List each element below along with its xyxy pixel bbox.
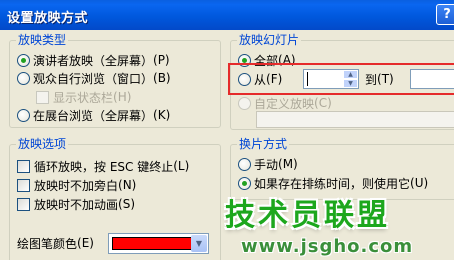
manual-text: 手动 bbox=[254, 157, 279, 172]
radio-audience-button[interactable] bbox=[17, 71, 30, 85]
watermark-title: 技术员联盟 bbox=[225, 198, 390, 233]
show-slides-label: 放映幻灯片 bbox=[237, 33, 302, 47]
status-bar-text: 显示状态栏 bbox=[53, 90, 114, 105]
radio-presenter-key: (P) bbox=[153, 53, 170, 67]
radio-custom-show-button bbox=[238, 96, 251, 110]
no-narration-key: (N) bbox=[118, 178, 137, 192]
no-narration-checkbox-row[interactable]: 放映时不加旁白 (N) bbox=[17, 177, 136, 193]
pen-color-dropdown[interactable]: ▼ bbox=[108, 233, 209, 254]
pen-color-row: 绘图笔颜色 (E) bbox=[17, 235, 94, 251]
help-button[interactable]: ? bbox=[436, 4, 454, 25]
radio-kiosk[interactable]: 在展台浏览（全屏幕） (K) bbox=[17, 107, 170, 123]
highlight-box bbox=[228, 63, 454, 95]
radio-custom-show: 自定义放映 (C) bbox=[238, 95, 332, 111]
custom-show-text: 自定义放映 bbox=[254, 96, 315, 111]
loop-checkbox[interactable] bbox=[17, 159, 30, 173]
watermark-url: www.jsgho.com bbox=[241, 236, 414, 257]
pen-color-swatch bbox=[112, 237, 192, 250]
radio-presenter[interactable]: 演讲者放映（全屏幕） (P) bbox=[17, 52, 170, 68]
custom-show-dropdown bbox=[256, 111, 454, 128]
status-bar-checkbox bbox=[36, 90, 49, 104]
radio-kiosk-button[interactable] bbox=[17, 108, 30, 122]
radio-audience-key: (B) bbox=[153, 71, 171, 85]
title-bar[interactable]: 设置放映方式 ? bbox=[0, 0, 454, 30]
watermark: 技术员联盟 www.jsgho.com bbox=[225, 190, 454, 260]
status-bar-checkbox-row: 显示状态栏 (H) bbox=[36, 89, 131, 105]
loop-text: 循环放映，按 ESC 键终止 bbox=[34, 159, 174, 174]
status-bar-key: (H) bbox=[113, 90, 132, 104]
radio-audience-text: 观众自行浏览（窗口） bbox=[33, 71, 154, 86]
radio-audience[interactable]: 观众自行浏览（窗口） (B) bbox=[17, 70, 171, 86]
manual-key: (M) bbox=[278, 157, 298, 171]
loop-key: (L) bbox=[173, 159, 190, 173]
radio-presenter-text: 演讲者放映（全屏幕） bbox=[33, 53, 154, 68]
radio-manual[interactable]: 手动 (M) bbox=[238, 156, 298, 172]
radio-kiosk-key: (K) bbox=[153, 108, 171, 122]
loop-checkbox-row[interactable]: 循环放映，按 ESC 键终止 (L) bbox=[17, 158, 189, 174]
use-timings-text: 如果存在排练时间，则使用它 bbox=[254, 176, 411, 191]
no-animation-checkbox[interactable] bbox=[17, 197, 30, 211]
use-timings-key: (U) bbox=[410, 176, 429, 190]
radio-use-timings-button[interactable] bbox=[238, 176, 251, 190]
pen-color-key: (E) bbox=[77, 236, 94, 250]
no-narration-text: 放映时不加旁白 bbox=[34, 178, 119, 193]
no-narration-checkbox[interactable] bbox=[17, 178, 30, 192]
show-options-label: 放映选项 bbox=[16, 137, 69, 151]
advance-label: 换片方式 bbox=[237, 137, 290, 151]
show-type-label: 放映类型 bbox=[16, 33, 69, 47]
chevron-down-icon[interactable]: ▼ bbox=[191, 235, 207, 252]
radio-use-timings[interactable]: 如果存在排练时间，则使用它 (U) bbox=[238, 175, 428, 191]
no-animation-text: 放映时不加动画 bbox=[34, 197, 119, 212]
no-animation-key: (S) bbox=[118, 197, 135, 211]
pen-color-text: 绘图笔颜色 bbox=[17, 236, 78, 251]
dialog-title: 设置放映方式 bbox=[7, 11, 89, 26]
radio-presenter-button[interactable] bbox=[17, 53, 30, 67]
no-animation-checkbox-row[interactable]: 放映时不加动画 (S) bbox=[17, 196, 135, 212]
radio-manual-button[interactable] bbox=[238, 157, 251, 171]
radio-kiosk-text: 在展台浏览（全屏幕） bbox=[33, 108, 154, 123]
custom-show-key: (C) bbox=[314, 96, 332, 110]
